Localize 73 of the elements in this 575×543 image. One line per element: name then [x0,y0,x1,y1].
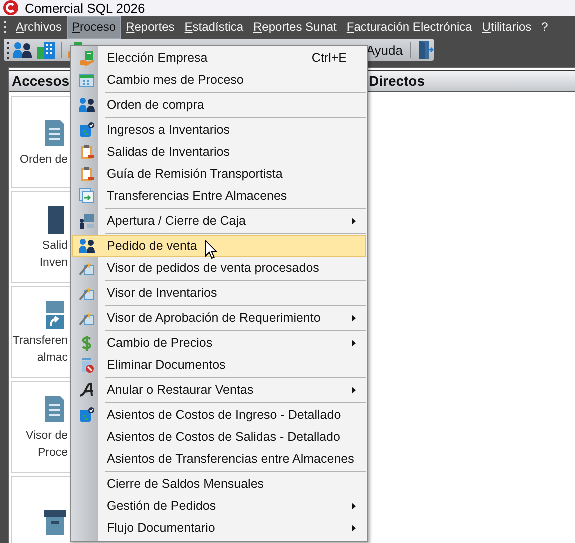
magic-wand-icon [78,260,94,276]
panel-title: Directos [369,73,426,89]
menu-item[interactable]: Ingresos a Inventarios [72,119,366,141]
document-transfer-icon [78,188,94,204]
menu-bar-item[interactable]: Archivos [11,16,68,39]
building-hand-icon [78,50,94,66]
menu-item[interactable]: Asientos de Costos de Ingreso - Detallado [72,404,366,426]
tile-label: Salid [42,240,68,253]
presenter-icon [78,213,94,229]
menu-item[interactable]: Guía de Remisión Transportista [72,163,366,185]
grip-icon [3,20,7,36]
menu-item[interactable]: Pedido de venta [72,235,366,257]
menu-item[interactable]: Cambio mes de Proceso [72,69,366,91]
menu-item[interactable]: Apertura / Cierre de Caja [72,210,366,232]
submenu-arrow-icon [352,218,356,224]
calendar-icon [78,72,94,88]
menu-item[interactable]: Gestión de Pedidos [72,495,366,517]
shortcut-tile[interactable]: Orden de [11,96,71,188]
mouse-pointer-icon [205,240,218,260]
tile-label: Proce [38,447,68,460]
menu-bar-item[interactable]: Reportes Sunat [248,16,342,39]
shortcut-tile[interactable]: Visor de Proce [11,381,71,473]
menu-item[interactable]: Flujo Documentario [72,517,366,539]
help-button[interactable]: Ayuda [364,42,405,58]
menu-item[interactable]: Orden de compra [72,94,366,116]
grip-icon [6,41,10,59]
submenu-arrow-icon [352,340,356,346]
menu-item[interactable]: Asientos de Costos de Salidas - Detallado [72,426,366,448]
clipboard-icon [78,166,94,182]
menu-item[interactable]: Transferencias Entre Almacenes [72,185,366,207]
shortcut-tile[interactable]: Salid Inven [11,191,71,283]
menu-item[interactable]: Eliminar Documentos [72,354,366,376]
shortcut-tile[interactable] [11,476,71,543]
menu-bar-item[interactable]: Utilitarios [477,16,537,39]
script-letter-icon [78,382,94,398]
menu-item[interactable]: Cierre de Saldos Mensuales [72,473,366,495]
magic-wand-icon [78,310,94,326]
submenu-arrow-icon [352,386,356,394]
app-logo-icon [3,0,19,16]
tile-label: Visor de [26,430,68,443]
menu-item[interactable]: Salidas de Inventarios [72,141,366,163]
window-title: Comercial SQL 2026 [25,0,146,16]
document-check-icon [78,122,94,138]
people-icon [78,97,94,113]
shortcut-tile[interactable]: Transferen almac [11,286,71,378]
menu-item[interactable]: Visor de pedidos de venta procesados [72,257,366,279]
tile-label: Inven [40,257,68,270]
menu-bar-item[interactable]: ? [536,16,554,39]
people-icon [78,238,94,254]
buildings-icon[interactable] [36,41,56,59]
menu-bar-item[interactable]: Reportes [121,16,180,39]
menu-item[interactable]: Asientos de Transferencias entre Almacenes [72,448,366,470]
menu-bar-item[interactable]: Proceso [67,16,122,39]
menu-item[interactable]: Visor de Inventarios [72,282,366,304]
tile-label: Transferen [12,335,68,348]
menu-bar-item[interactable]: Estadística [180,16,248,39]
panel-title: Accesos [12,73,70,89]
tile-label: almac [37,352,68,365]
magic-wand-icon [78,285,94,301]
menu-item[interactable]: Anular o Restaurar Ventas [72,379,366,401]
clipboard-icon [78,144,94,160]
menu-item[interactable]: Elección Empresa Ctrl+E [72,47,366,69]
submenu-arrow-icon [352,314,356,322]
document-check-icon [78,407,94,423]
submenu-arrow-icon [352,502,356,510]
menu-bar-item[interactable]: Facturación Electrónica [342,16,478,39]
exit-door-icon[interactable] [416,40,434,60]
people-icon[interactable] [13,41,33,59]
menu-item[interactable]: Cambio de Precios [72,332,366,354]
shortcut-label: Ctrl+E [312,51,347,65]
tile-label: Orden de [20,154,68,166]
menu-item[interactable]: Visor de Aprobación de Requerimiento [72,307,366,329]
submenu-arrow-icon [352,524,356,532]
